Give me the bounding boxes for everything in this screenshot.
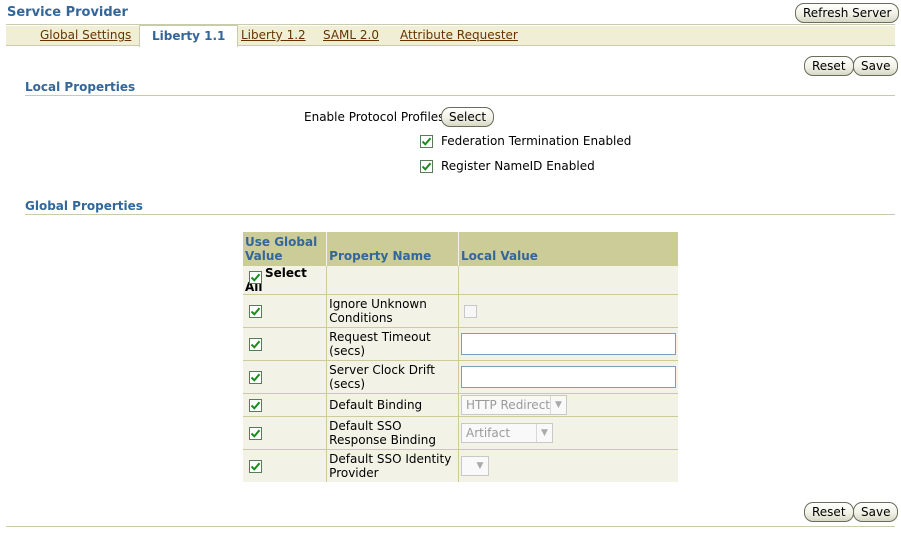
tab-liberty-1-2[interactable]: Liberty 1.2 <box>241 26 306 46</box>
check-icon <box>250 462 261 471</box>
chevron-down-icon: ▼ <box>476 461 484 472</box>
global-properties-divider <box>25 214 895 215</box>
check-icon <box>250 429 261 438</box>
footer-divider <box>6 526 895 527</box>
reset-button-top[interactable]: Reset <box>804 56 854 76</box>
table-row: Ignore Unknown Conditions <box>243 293 678 327</box>
chevron-down-icon: ▼ <box>549 395 566 414</box>
table-row: Request Timeout (secs) <box>243 326 678 360</box>
check-icon <box>250 307 261 316</box>
select-all-row: Select All <box>243 264 678 294</box>
tab-saml-2-0[interactable]: SAML 2.0 <box>323 26 379 46</box>
default-sso-identity-provider-select[interactable]: ▼ <box>460 456 489 477</box>
local-properties-title: Local Properties <box>25 80 136 94</box>
tab-bar: Global Settings Liberty 1.1 Liberty 1.2 … <box>6 25 895 47</box>
default-binding-select[interactable]: HTTP Redirect ▼ <box>460 394 567 415</box>
select-all-checkbox[interactable] <box>249 270 262 284</box>
table-row: Server Clock Drift (secs) <box>243 359 678 393</box>
property-name: Request Timeout (secs) <box>326 326 459 360</box>
tab-attribute-requester[interactable]: Attribute Requester <box>400 26 518 46</box>
table-row: Default SSO Response Binding Artifact ▼ <box>243 415 678 449</box>
global-properties-title: Global Properties <box>25 199 143 213</box>
reset-button-bottom[interactable]: Reset <box>804 502 854 522</box>
property-name: Default SSO Response Binding <box>326 415 459 449</box>
request-timeout-input[interactable] <box>460 332 676 355</box>
enable-protocol-profiles-label: Enable Protocol Profiles <box>304 110 445 124</box>
property-name: Default SSO Identity Provider <box>326 448 459 482</box>
use-global-checkbox[interactable] <box>249 304 262 318</box>
tab-liberty-1-1[interactable]: Liberty 1.1 <box>139 25 239 47</box>
save-button-top[interactable]: Save <box>853 56 899 76</box>
federation-termination-label: Federation Termination Enabled <box>441 134 632 148</box>
select-value: Artifact <box>465 425 511 440</box>
property-name: Server Clock Drift (secs) <box>326 359 459 393</box>
federation-termination-checkbox[interactable] <box>420 135 433 148</box>
page-title: Service Provider <box>7 5 128 20</box>
property-name: Default Binding <box>326 392 459 416</box>
table-row: Default Binding HTTP Redirect ▼ <box>243 392 678 416</box>
check-icon <box>250 401 261 410</box>
tab-global-settings[interactable]: Global Settings <box>40 26 131 46</box>
use-global-checkbox[interactable] <box>249 337 262 351</box>
server-clock-drift-input[interactable] <box>460 365 676 388</box>
default-sso-response-binding-select[interactable]: Artifact ▼ <box>460 422 553 443</box>
use-global-checkbox[interactable] <box>249 398 262 412</box>
table-row: Default SSO Identity Provider ▼ <box>243 448 678 482</box>
use-global-checkbox[interactable] <box>249 370 262 384</box>
column-header-use-global: Use Global Value <box>243 232 328 265</box>
global-properties-table: Use Global Value Property Name Local Val… <box>243 232 678 482</box>
local-properties-divider <box>25 95 895 96</box>
use-global-checkbox[interactable] <box>249 426 262 440</box>
select-value: HTTP Redirect <box>465 397 550 412</box>
check-icon <box>421 162 432 171</box>
select-profiles-button[interactable]: Select <box>441 107 495 127</box>
ignore-unknown-conditions-checkbox[interactable] <box>463 304 477 318</box>
column-header-property-name: Property Name <box>326 232 459 265</box>
check-icon <box>250 373 261 382</box>
column-header-local-value: Local Value <box>458 232 678 265</box>
save-button-bottom[interactable]: Save <box>853 502 899 522</box>
check-icon <box>250 340 261 349</box>
register-nameid-label: Register NameID Enabled <box>441 159 595 173</box>
refresh-server-button[interactable]: Refresh Server <box>795 3 900 23</box>
property-name: Ignore Unknown Conditions <box>326 293 459 327</box>
check-icon <box>421 137 432 146</box>
use-global-checkbox[interactable] <box>249 459 262 473</box>
register-nameid-checkbox[interactable] <box>420 160 433 173</box>
chevron-down-icon: ▼ <box>535 423 552 442</box>
check-icon <box>250 273 261 282</box>
